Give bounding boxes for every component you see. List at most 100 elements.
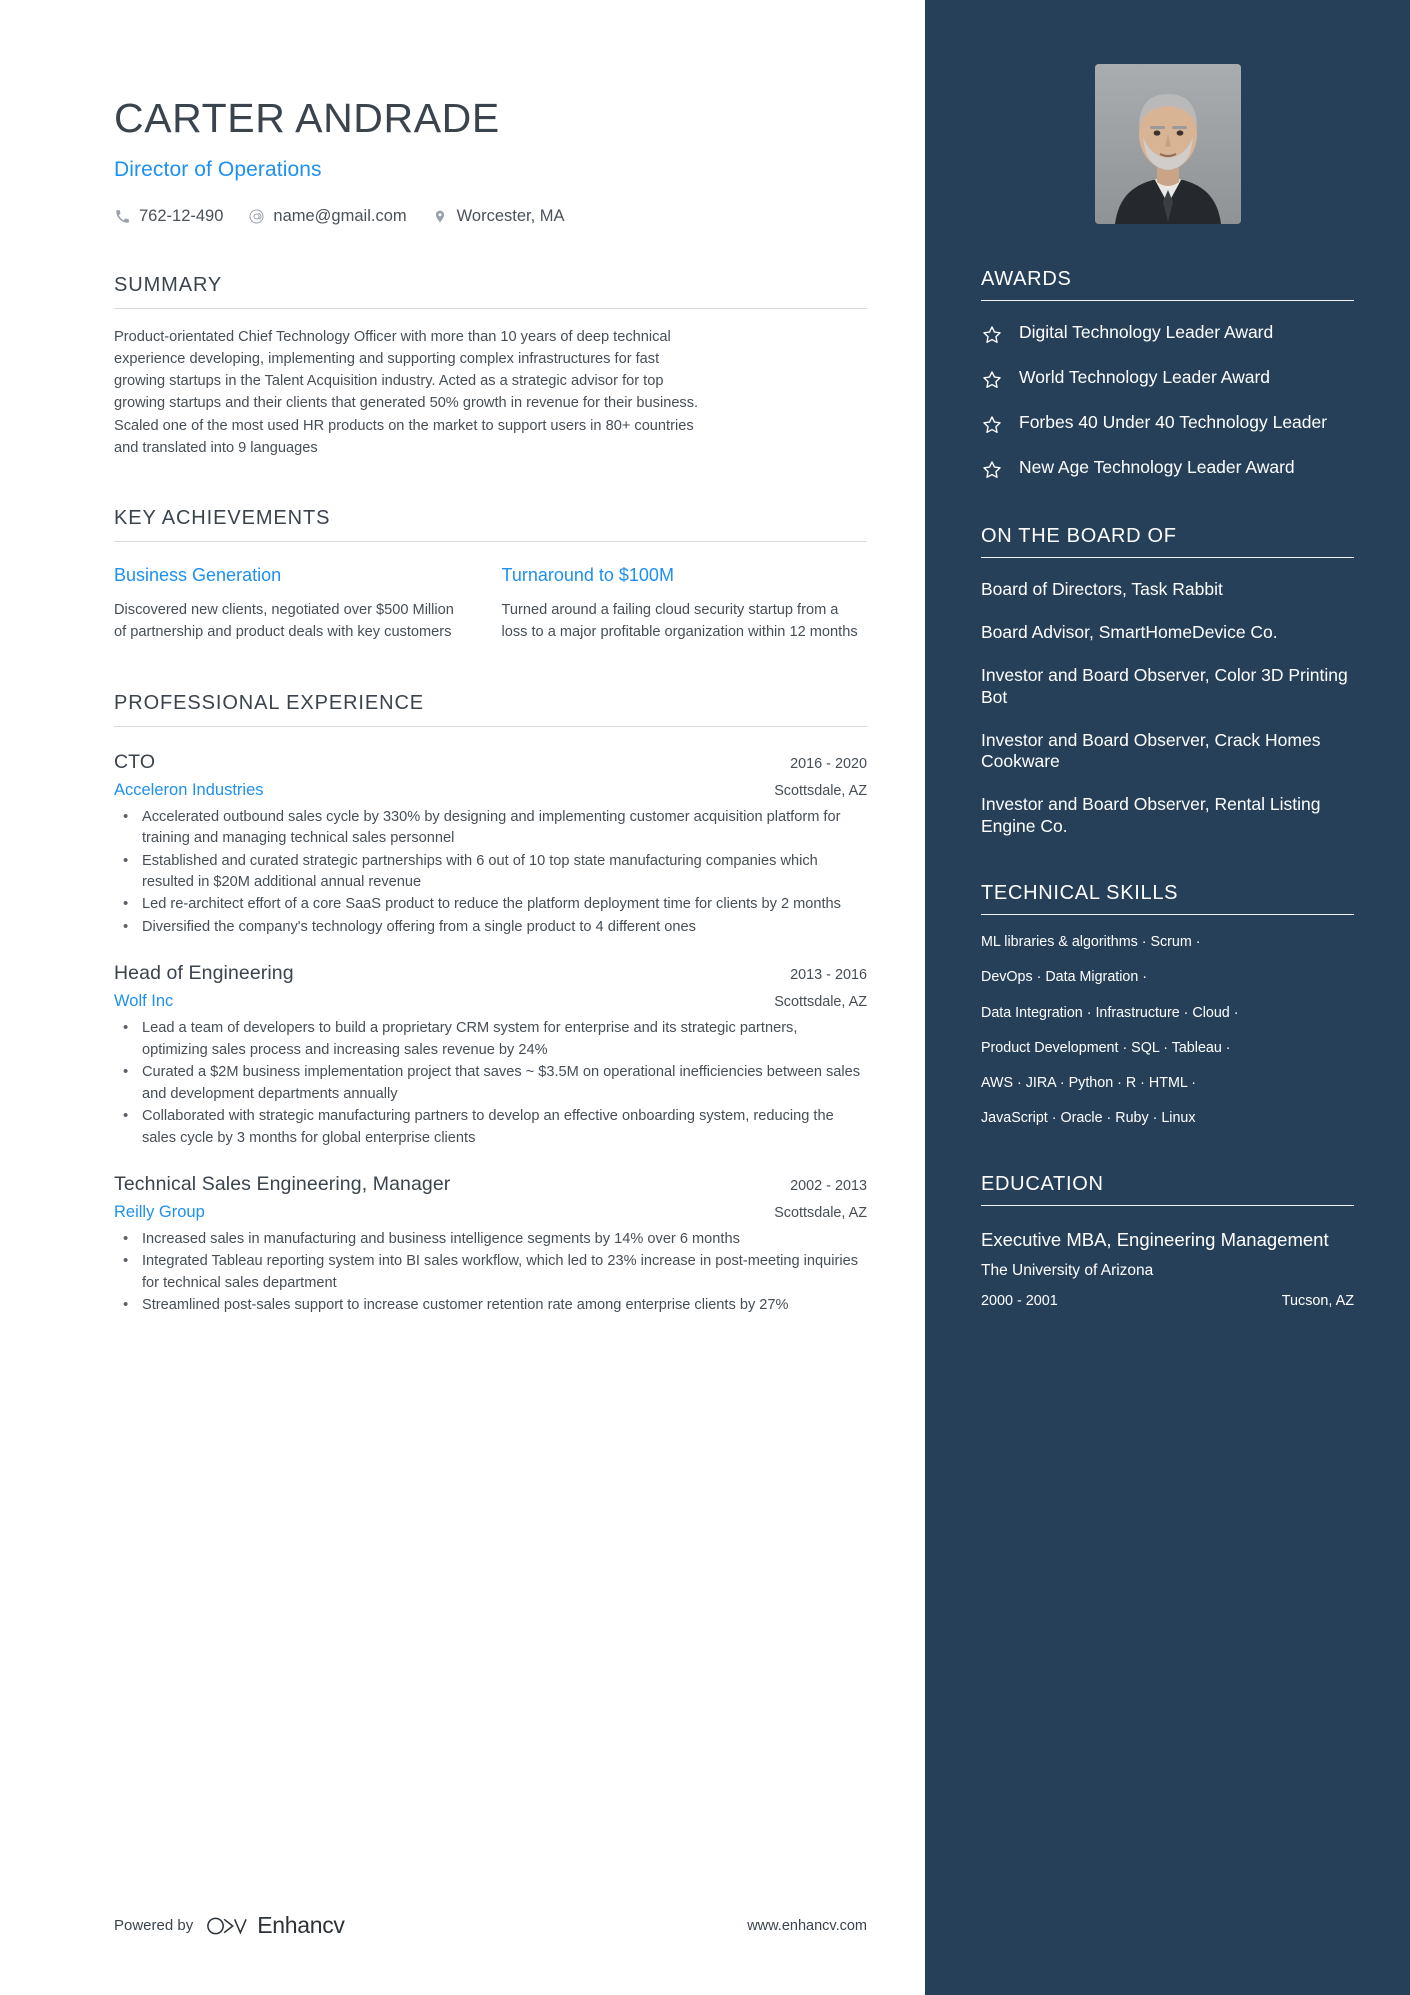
education-dates: 2000 - 2001	[981, 1292, 1058, 1309]
skill-line: Product Development · SQL · Tableau ·	[981, 1039, 1231, 1056]
section-education: EDUCATION Executive MBA, Engineering Man…	[981, 1173, 1354, 1309]
education-heading: EDUCATION	[981, 1172, 1104, 1195]
award-label: World Technology Leader Award	[1019, 367, 1270, 387]
job-dates: 2016 - 2020	[790, 755, 867, 772]
brand-block: Powered by Enhancv	[114, 1912, 345, 1939]
section-key-achievements: KEY ACHIEVEMENTS Business Generation Dis…	[114, 507, 867, 644]
section-summary: SUMMARY Product-orientated Chief Technol…	[114, 274, 867, 459]
divider	[114, 725, 867, 727]
avatar	[1094, 64, 1241, 224]
summary-heading: SUMMARY	[114, 273, 223, 296]
powered-by-label: Powered by	[114, 1917, 194, 1934]
job-company[interactable]: Acceleron Industries	[114, 781, 264, 800]
experience-entry: Head of Engineering 2013 - 2016 Wolf Inc…	[114, 962, 867, 1149]
education-school: The University of Arizona	[981, 1261, 1154, 1279]
summary-text: Product-orientated Chief Technology Offi…	[114, 328, 699, 456]
award-label: Digital Technology Leader Award	[1019, 322, 1274, 342]
section-awards: AWARDS Digital Technology Leader Award W…	[981, 268, 1354, 481]
skill-line: JavaScript · Oracle · Ruby · Linux	[981, 1110, 1196, 1127]
divider	[114, 307, 867, 309]
contact-location[interactable]: Worcester, MA	[432, 207, 565, 226]
job-bullet: Established and curated strategic partne…	[114, 850, 867, 894]
award-item: Digital Technology Leader Award	[981, 322, 1354, 346]
website-url[interactable]: www.enhancv.com	[747, 1918, 867, 1934]
section-professional-experience: PROFESSIONAL EXPERIENCE CTO 2016 - 2020 …	[114, 692, 867, 1317]
job-bullet: Collaborated with strategic manufacturin…	[114, 1105, 867, 1149]
job-title: Technical Sales Engineering, Manager	[114, 1172, 451, 1195]
resume-sidebar: AWARDS Digital Technology Leader Award W…	[925, 0, 1410, 1995]
contact-phone-value: 762-12-490	[139, 206, 224, 225]
skill-line: DevOps · Data Migration ·	[981, 969, 1148, 986]
job-bullet-list: Accelerated outbound sales cycle by 330%…	[114, 806, 867, 939]
achievement-item: Turnaround to $100M Turned around a fail…	[491, 565, 868, 644]
contact-email-value: name@gmail.com	[273, 206, 407, 225]
award-item: Forbes 40 Under 40 Technology Leader	[981, 412, 1354, 436]
page-title: CARTER ANDRADE	[114, 95, 500, 141]
brand-name: Enhancv	[257, 1912, 345, 1938]
divider	[981, 557, 1354, 558]
skill-line: Data Integration · Infrastructure · Clou…	[981, 1004, 1239, 1021]
education-meta: 2000 - 2001 Tucson, AZ	[981, 1293, 1354, 1309]
contact-row: 762-12-490 name@gmail.com Worcester, MA	[114, 207, 867, 226]
resume-page: CARTER ANDRADE Director of Operations 76…	[0, 0, 1410, 1995]
job-company[interactable]: Wolf Inc	[114, 992, 173, 1011]
key-achievements-heading: KEY ACHIEVEMENTS	[114, 506, 331, 529]
job-bullet-list: Lead a team of developers to build a pro…	[114, 1017, 867, 1149]
achievement-item: Business Generation Discovered new clien…	[114, 565, 491, 644]
job-bullet: Curated a $2M business implementation pr…	[114, 1061, 867, 1105]
experience-heading: PROFESSIONAL EXPERIENCE	[114, 691, 425, 714]
job-title: CTO	[114, 750, 156, 773]
education-location: Tucson, AZ	[1281, 1292, 1354, 1309]
infinity-logo-icon	[207, 1917, 248, 1935]
job-bullet: Increased sales in manufacturing and bus…	[114, 1228, 867, 1251]
divider	[981, 914, 1354, 915]
contact-phone[interactable]: 762-12-490	[114, 207, 223, 226]
achievement-title: Business Generation	[114, 564, 282, 585]
skill-line: ML libraries & algorithms · Scrum ·	[981, 934, 1201, 950]
job-location: Scottsdale, AZ	[774, 1204, 867, 1221]
experience-entry: CTO 2016 - 2020 Acceleron Industries Sco…	[114, 751, 867, 939]
job-bullet: Integrated Tableau reporting system into…	[114, 1250, 867, 1294]
job-bullet: Led re-architect effort of a core SaaS p…	[114, 893, 867, 916]
board-item: Board of Directors, Task Rabbit	[981, 579, 1223, 599]
award-item: New Age Technology Leader Award	[981, 457, 1354, 481]
award-label: Forbes 40 Under 40 Technology Leader	[1019, 412, 1328, 432]
education-degree: Executive MBA, Engineering Management	[981, 1228, 1329, 1250]
star-icon	[981, 324, 1003, 346]
divider	[981, 1204, 1354, 1206]
job-title: Head of Engineering	[114, 962, 294, 985]
skill-line: AWS · JIRA · Python · R · HTML ·	[981, 1075, 1197, 1092]
profile-photo-illustration	[1094, 64, 1241, 224]
board-item: Investor and Board Observer, Rental List…	[981, 794, 1321, 837]
job-dates: 2002 - 2013	[790, 1177, 867, 1194]
star-icon	[981, 414, 1003, 436]
achievement-title: Turnaround to $100M	[501, 564, 674, 585]
job-company[interactable]: Reilly Group	[114, 1203, 205, 1222]
contact-location-value: Worcester, MA	[456, 206, 565, 225]
enhancv-logo[interactable]: Enhancv	[206, 1912, 345, 1939]
job-location: Scottsdale, AZ	[774, 994, 867, 1011]
resume-main-column: CARTER ANDRADE Director of Operations 76…	[0, 0, 925, 1995]
board-heading: ON THE BOARD OF	[981, 525, 1177, 547]
achievement-text: Discovered new clients, negotiated over …	[114, 601, 454, 640]
star-icon	[981, 459, 1003, 481]
job-bullet: Diversified the company's technology off…	[114, 916, 867, 939]
board-item: Investor and Board Observer, Color 3D Pr…	[981, 664, 1348, 707]
board-item: Board Advisor, SmartHomeDevice Co.	[981, 621, 1278, 642]
award-label: New Age Technology Leader Award	[1019, 457, 1295, 477]
email-icon	[248, 208, 265, 225]
job-dates: 2013 - 2016	[790, 967, 867, 984]
board-item: Investor and Board Observer, Crack Homes…	[981, 729, 1321, 772]
divider	[114, 540, 867, 542]
achievement-text: Turned around a failing cloud security s…	[501, 601, 858, 640]
job-bullet: Streamlined post-sales support to increa…	[114, 1294, 867, 1317]
contact-email[interactable]: name@gmail.com	[248, 206, 407, 226]
job-bullet: Accelerated outbound sales cycle by 330%…	[114, 806, 867, 850]
job-bullet: Lead a team of developers to build a pro…	[114, 1017, 867, 1061]
awards-heading: AWARDS	[981, 268, 1072, 290]
award-item: World Technology Leader Award	[981, 367, 1354, 391]
star-icon	[981, 369, 1003, 391]
section-board-memberships: ON THE BOARD OF Board of Directors, Task…	[981, 525, 1354, 838]
location-pin-icon	[432, 208, 449, 225]
job-role-subtitle: Director of Operations	[114, 157, 322, 181]
